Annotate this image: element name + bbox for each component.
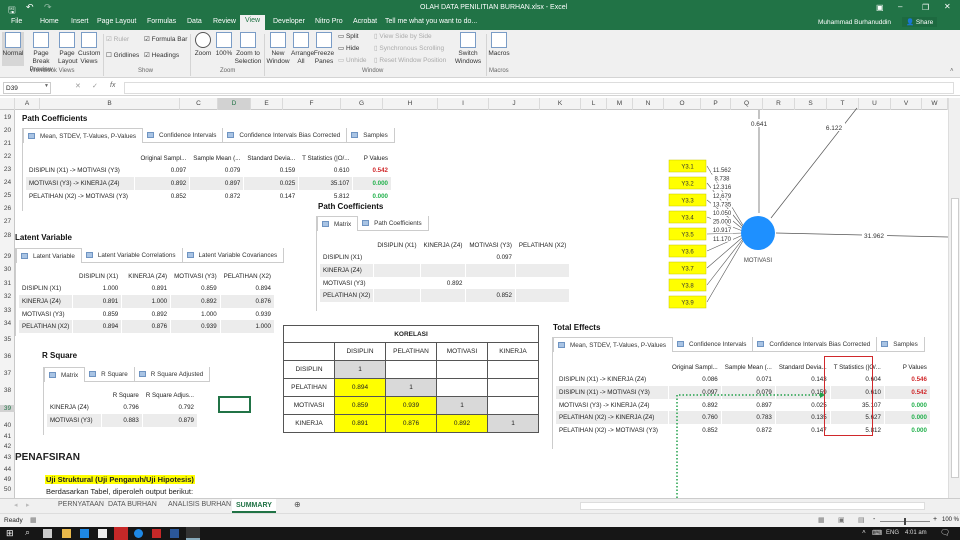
loading-label: 11.562 — [713, 168, 732, 174]
indicator-label: Y3.9 — [681, 301, 694, 307]
language-indicator[interactable]: ENG — [886, 530, 899, 536]
opera-icon[interactable] — [114, 527, 128, 540]
word-icon[interactable] — [170, 529, 179, 538]
normal-view-icon[interactable]: ▦ — [818, 516, 825, 524]
store-icon[interactable] — [43, 529, 52, 538]
indicator-label: Y3.5 — [681, 233, 694, 239]
zoom-out-icon[interactable]: - — [873, 516, 875, 523]
windows-start-icon[interactable]: ⊞ — [6, 528, 15, 538]
penafsiran-heading: PENAFSIRAN — [15, 452, 81, 463]
indicator-label: Y3.3 — [681, 199, 694, 205]
show-hidden-icons[interactable]: ˄ — [862, 529, 866, 536]
status-ready: Ready — [4, 517, 23, 524]
page-break-view-icon[interactable]: ▤ — [858, 516, 865, 524]
zoom-in-icon[interactable]: + — [933, 516, 937, 523]
taskbar: ⊞ ⌕ ˄ ⌨ ENG 4:01 am 🗨 — [0, 527, 960, 540]
macro-record-icon[interactable]: ▦ — [30, 516, 37, 524]
indicator-label: Y3.2 — [681, 182, 694, 188]
uji-struktural-heading: Uji Struktural (Uji Pengaruh/Uji Hipotes… — [45, 475, 195, 484]
sheet-tabs: ◂ ▸ PERNYATAAN DATA BURHAN ANALISIS BURHAN… — [0, 498, 960, 513]
structural-model-diagram: 0.641 6.122 31.962 Y3.1 Y3.2 Y3.3 Y3.4 Y3.5 Y3.6… — [668, 107, 949, 309]
loading-label: 12.316 — [713, 185, 732, 191]
clock[interactable]: 4:01 am — [905, 530, 927, 536]
mail-icon[interactable] — [98, 529, 107, 538]
indicator-label: Y3.8 — [681, 284, 694, 290]
file-explorer-icon[interactable] — [62, 529, 71, 538]
zoom-slider[interactable] — [880, 518, 930, 525]
zoom-slider-thumb[interactable] — [904, 518, 906, 525]
loading-line — [706, 237, 745, 286]
status-bar: Ready ▦ ▦ ▣ ▤ - + 100 % — [0, 513, 960, 527]
edge-icon[interactable] — [134, 529, 143, 538]
construct-motivasi-circle — [741, 216, 775, 250]
search-icon[interactable]: ⌕ — [25, 527, 34, 537]
scrollbar-thumb[interactable] — [951, 198, 959, 478]
prev-sheet-icon[interactable]: ◂ — [14, 501, 18, 509]
page-layout-view-icon[interactable]: ▣ — [838, 516, 845, 524]
loading-label: 8.738 — [714, 177, 730, 183]
indicator-label: Y3.7 — [681, 267, 694, 273]
sheet-tab-data-burhan[interactable]: DATA BURHAN — [108, 501, 157, 508]
sheet-tab-pernyataan[interactable]: PERNYATAAN — [58, 501, 104, 508]
acrobat-icon[interactable] — [152, 529, 161, 538]
path-label-diagonal: 6.122 — [826, 125, 843, 132]
horizontal-scrollbar[interactable] — [580, 502, 925, 510]
loading-label: 10.917 — [713, 228, 732, 234]
excel-icon[interactable] — [186, 527, 200, 540]
construct-label: MOTIVASI — [744, 258, 773, 264]
loading-label: 13.735 — [713, 202, 732, 208]
berdasarkan-text: Berdasarkan Tabel, diperoleh output beri… — [46, 487, 194, 496]
sheet-tab-summary[interactable]: SUMMARY — [232, 499, 276, 513]
path-label-top: 0.641 — [751, 121, 768, 128]
loading-label: 25.000 — [713, 220, 732, 226]
loading-label: 11.170 — [713, 237, 732, 243]
add-sheet-icon[interactable]: ⊕ — [294, 500, 301, 509]
dropbox-icon[interactable] — [80, 529, 89, 538]
next-sheet-icon[interactable]: ▸ — [26, 501, 30, 509]
indicator-label: Y3.4 — [681, 216, 694, 222]
keyboard-icon[interactable]: ⌨ — [872, 529, 882, 537]
loading-label: 12.679 — [713, 194, 732, 200]
loading-label: 10.050 — [713, 211, 732, 217]
sheet-tab-analisis-burhan[interactable]: ANALISIS BURHAN — [168, 501, 231, 508]
path-label-right: 31.962 — [864, 233, 884, 240]
zoom-level: 100 % — [942, 517, 960, 523]
vertical-scrollbar[interactable] — [948, 98, 960, 498]
notifications-icon[interactable]: 🗨 — [940, 528, 950, 537]
indicator-label: Y3.6 — [681, 250, 694, 256]
indicator-label: Y3.1 — [681, 165, 694, 171]
